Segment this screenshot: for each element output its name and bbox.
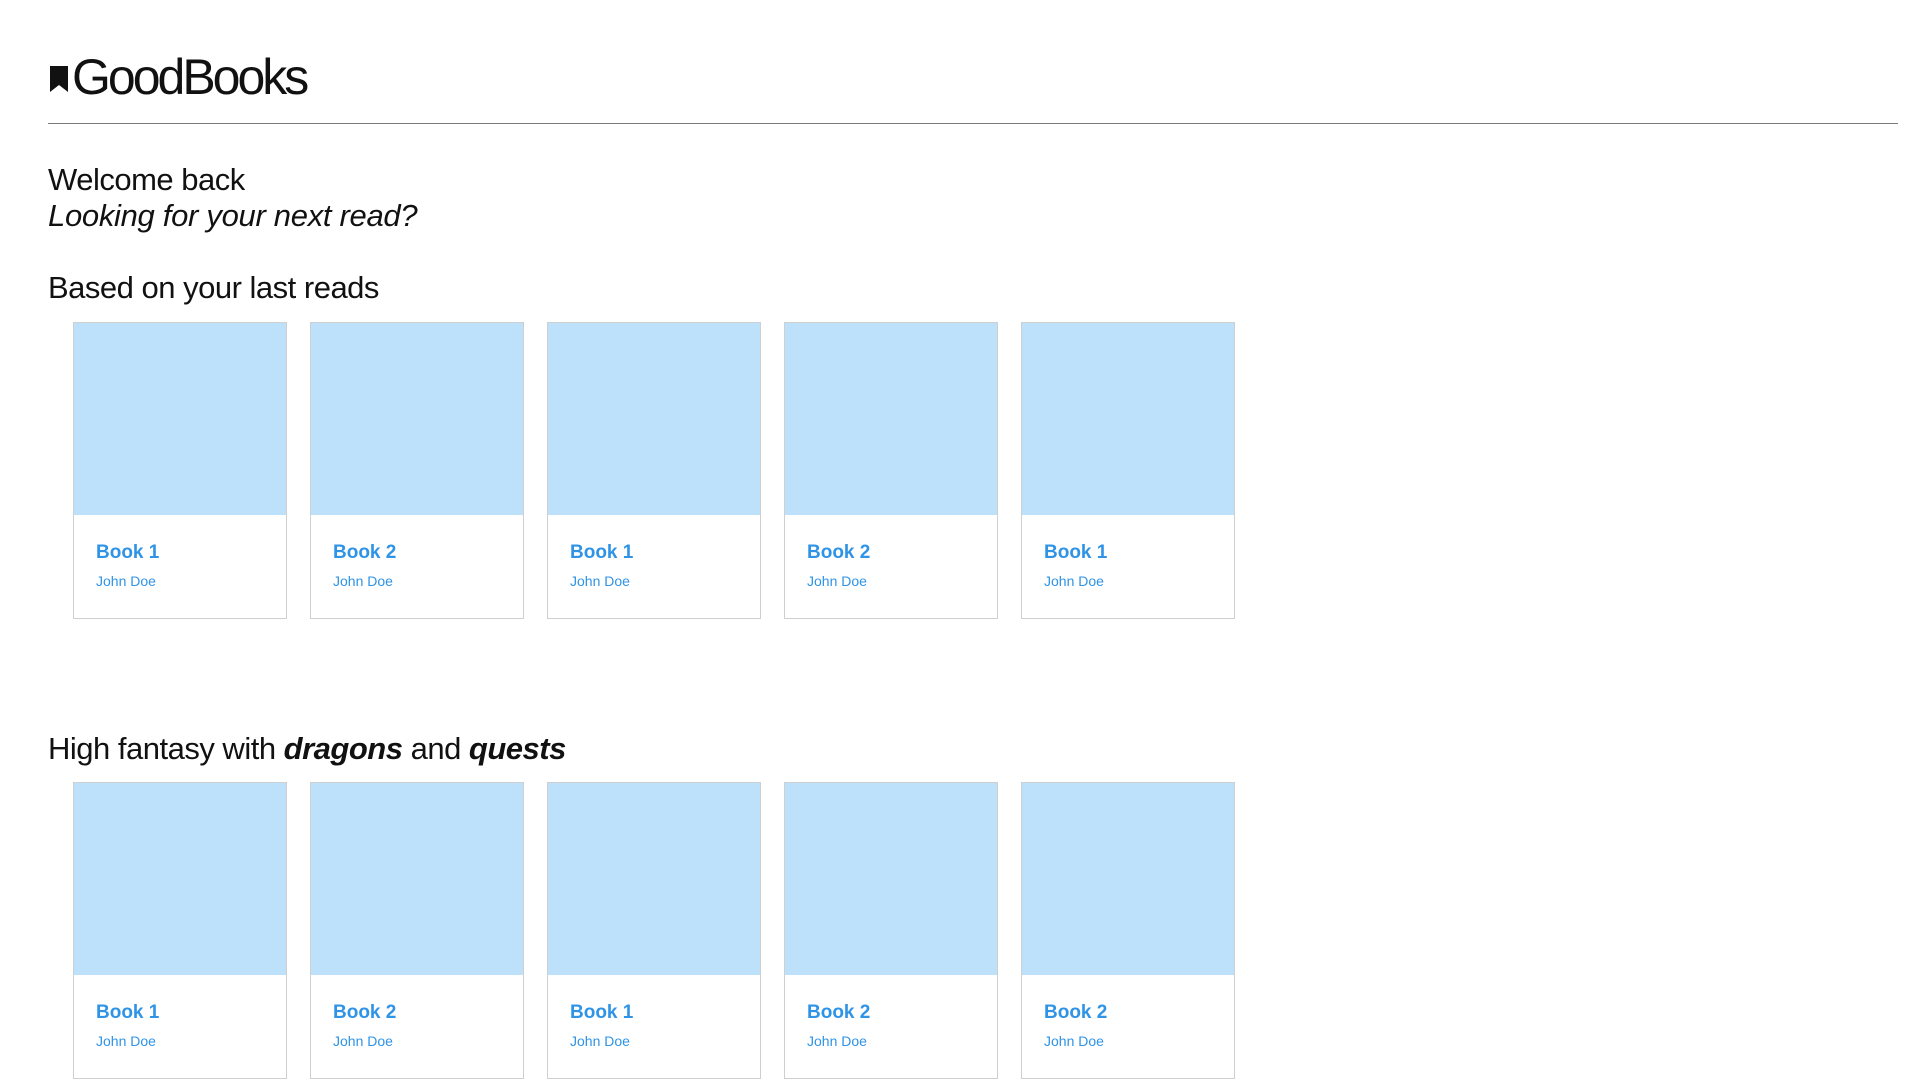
book-author[interactable]: John Doe bbox=[333, 1033, 523, 1049]
book-author[interactable]: John Doe bbox=[807, 1033, 997, 1049]
book-title[interactable]: Book 1 bbox=[570, 542, 760, 564]
book-author[interactable]: John Doe bbox=[96, 573, 286, 589]
book-author[interactable]: John Doe bbox=[1044, 1033, 1234, 1049]
book-cover[interactable] bbox=[785, 783, 997, 975]
book-card[interactable]: Book 2 John Doe bbox=[1021, 782, 1235, 1079]
book-card[interactable]: Book 1 John Doe bbox=[1021, 322, 1235, 619]
book-author[interactable]: John Doe bbox=[570, 573, 760, 589]
book-card[interactable]: Book 1 John Doe bbox=[547, 782, 761, 1079]
book-title[interactable]: Book 2 bbox=[333, 1002, 523, 1024]
header-divider bbox=[48, 123, 1898, 124]
book-card[interactable]: Book 1 John Doe bbox=[547, 322, 761, 619]
book-cover[interactable] bbox=[74, 783, 286, 975]
book-cover[interactable] bbox=[1022, 783, 1234, 975]
welcome-text: Welcome back bbox=[48, 162, 245, 197]
book-cover[interactable] bbox=[74, 323, 286, 515]
section-title-high-fantasy: High fantasy with dragons and quests bbox=[48, 731, 566, 767]
book-row-high-fantasy: Book 1 John Doe Book 2 John Doe Book 1 J… bbox=[73, 782, 1258, 1079]
section-title-part: High fantasy with bbox=[48, 731, 284, 766]
book-title[interactable]: Book 1 bbox=[96, 542, 286, 564]
book-title[interactable]: Book 2 bbox=[807, 1002, 997, 1024]
book-author[interactable]: John Doe bbox=[96, 1033, 286, 1049]
book-card[interactable]: Book 2 John Doe bbox=[784, 782, 998, 1079]
section-title-part: and bbox=[402, 731, 469, 766]
book-title[interactable]: Book 2 bbox=[807, 542, 997, 564]
book-cover[interactable] bbox=[548, 323, 760, 515]
book-author[interactable]: John Doe bbox=[807, 573, 997, 589]
book-title[interactable]: Book 1 bbox=[1044, 542, 1234, 564]
app-header: GoodBooks bbox=[48, 52, 309, 102]
book-card[interactable]: Book 1 John Doe bbox=[73, 782, 287, 1079]
book-row-last-reads: Book 1 John Doe Book 2 John Doe Book 1 J… bbox=[73, 322, 1258, 619]
book-title[interactable]: Book 2 bbox=[1044, 1002, 1234, 1024]
book-author[interactable]: John Doe bbox=[570, 1033, 760, 1049]
bookmark-icon bbox=[50, 66, 68, 92]
tagline: Looking for your next read? bbox=[48, 198, 418, 233]
book-card[interactable]: Book 2 John Doe bbox=[784, 322, 998, 619]
book-title[interactable]: Book 1 bbox=[96, 1002, 286, 1024]
section-title-last-reads: Based on your last reads bbox=[48, 270, 379, 305]
book-author[interactable]: John Doe bbox=[1044, 573, 1234, 589]
book-cover[interactable] bbox=[311, 783, 523, 975]
book-title[interactable]: Book 1 bbox=[570, 1002, 760, 1024]
book-cover[interactable] bbox=[311, 323, 523, 515]
book-card[interactable]: Book 2 John Doe bbox=[310, 782, 524, 1079]
section-title-emphasis: quests bbox=[468, 731, 566, 766]
book-cover[interactable] bbox=[785, 323, 997, 515]
book-card[interactable]: Book 1 John Doe bbox=[73, 322, 287, 619]
app-logo[interactable]: GoodBooks bbox=[72, 52, 309, 102]
book-author[interactable]: John Doe bbox=[333, 573, 523, 589]
book-title[interactable]: Book 2 bbox=[333, 542, 523, 564]
section-title-emphasis: dragons bbox=[283, 731, 403, 766]
book-cover[interactable] bbox=[548, 783, 760, 975]
book-cover[interactable] bbox=[1022, 323, 1234, 515]
book-card[interactable]: Book 2 John Doe bbox=[310, 322, 524, 619]
